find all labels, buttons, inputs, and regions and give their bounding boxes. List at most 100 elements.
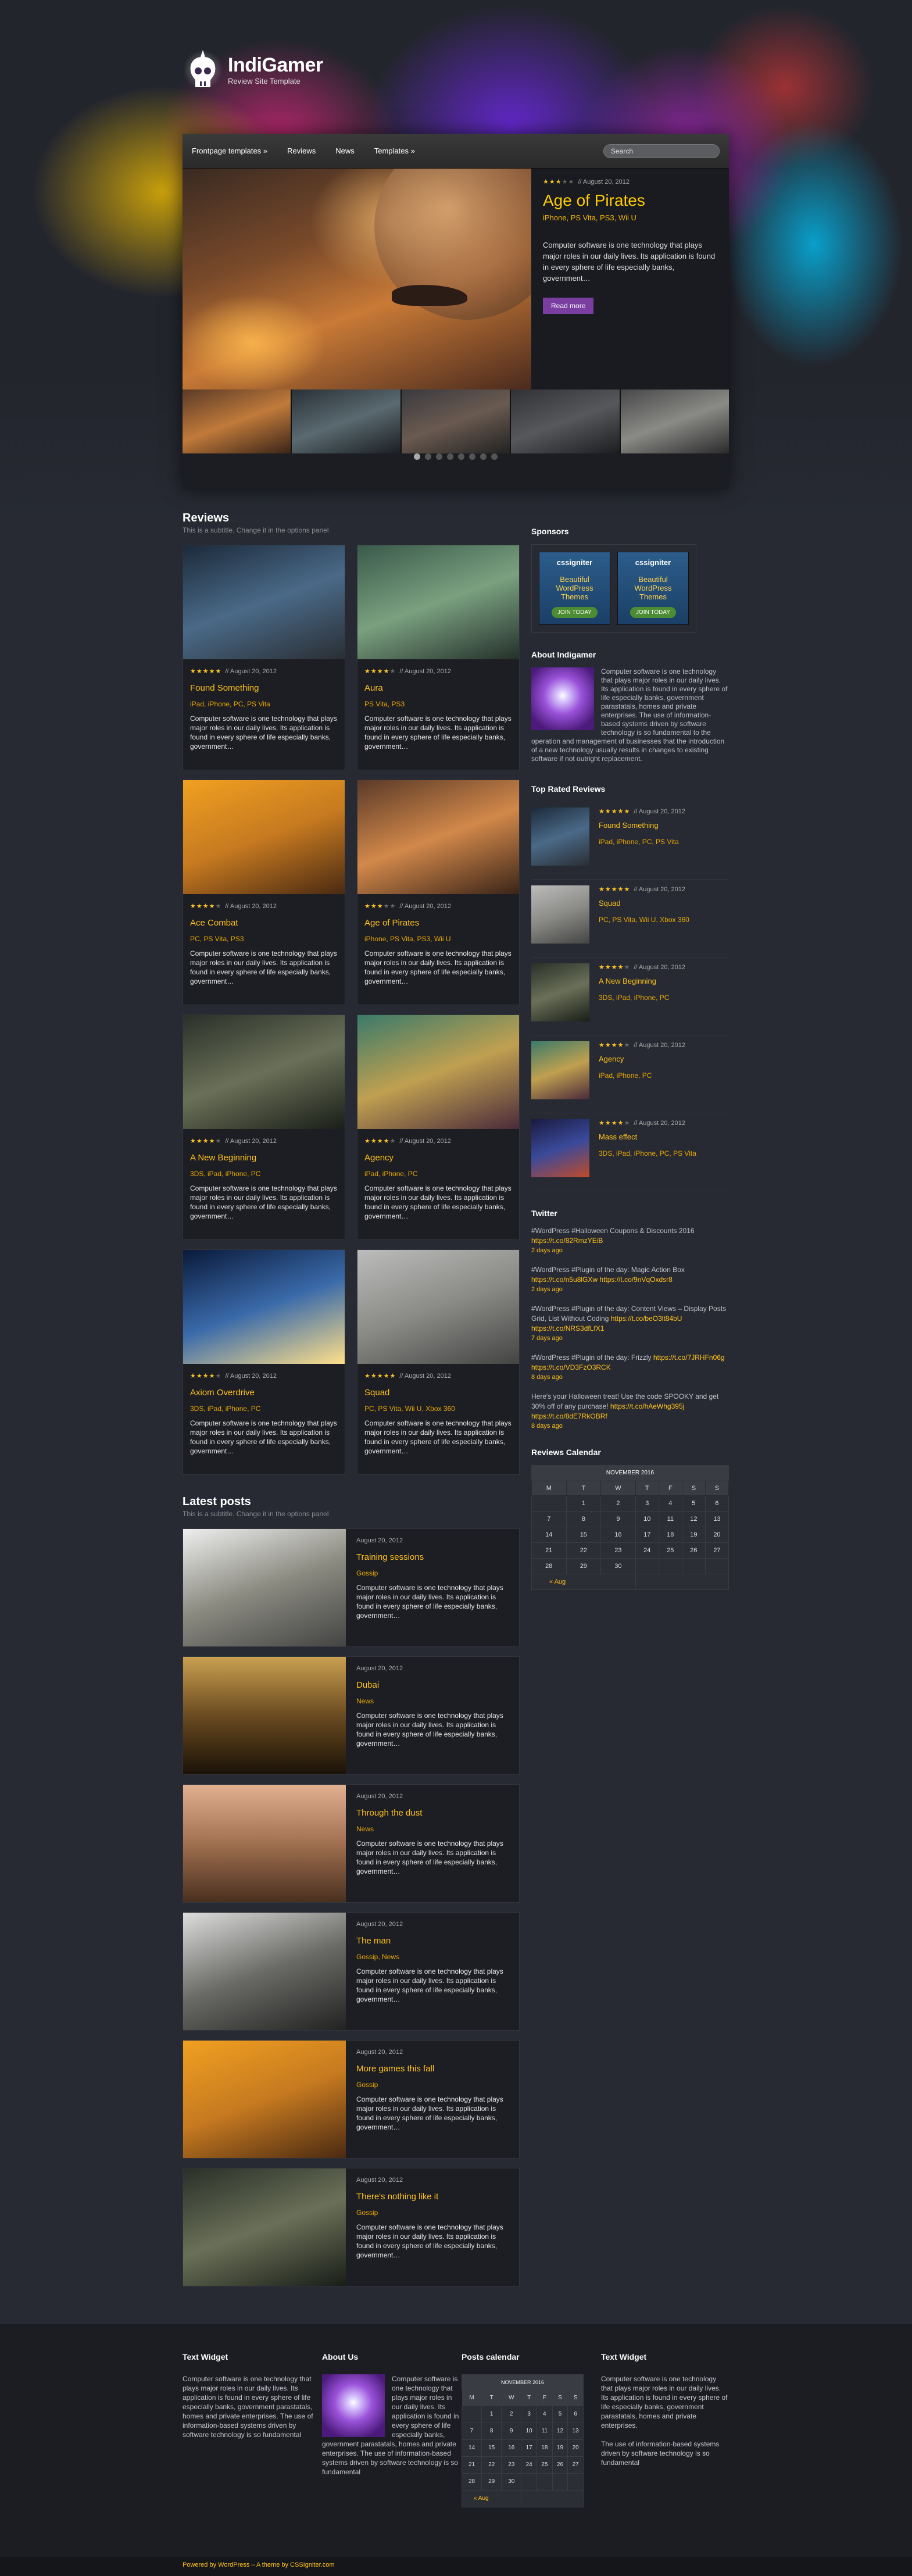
review-tags[interactable]: PS Vita, PS3 — [364, 700, 512, 708]
slider-dot[interactable] — [447, 453, 453, 460]
slider-dot[interactable] — [414, 453, 420, 460]
post-thumbnail[interactable] — [183, 2041, 346, 2158]
slider-thumb[interactable] — [292, 390, 402, 453]
review-thumbnail[interactable] — [357, 1015, 519, 1129]
review-thumbnail[interactable] — [183, 545, 345, 659]
slider-dot[interactable] — [469, 453, 475, 460]
post-title[interactable]: The man — [356, 1936, 509, 1946]
review-tags[interactable]: iPad, iPhone, PC — [364, 1170, 512, 1178]
review-tags[interactable]: 3DS, iPad, iPhone, PC — [190, 1405, 338, 1413]
top-rated-title[interactable]: Found Something — [599, 821, 685, 830]
review-tags[interactable]: iPad, iPhone, PC, PS Vita — [190, 700, 338, 708]
post-thumbnail[interactable] — [183, 1529, 346, 1646]
post-title[interactable]: Through the dust — [356, 1808, 509, 1818]
calendar-day: 9 — [600, 1511, 636, 1527]
review-title[interactable]: Axiom Overdrive — [190, 1388, 338, 1398]
review-tags[interactable]: PC, PS Vita, Wii U, Xbox 360 — [364, 1405, 512, 1413]
slider-dot[interactable] — [480, 453, 487, 460]
review-title[interactable]: Squad — [364, 1388, 512, 1398]
post-category[interactable]: Gossip, News — [356, 1953, 509, 1961]
tweet-time[interactable]: 7 days ago — [531, 1334, 729, 1344]
review-title[interactable]: Aura — [364, 683, 512, 693]
slider-dot[interactable] — [491, 453, 498, 460]
tweet-link[interactable]: https://t.co/82RmzYEiB — [531, 1237, 603, 1245]
review-thumbnail[interactable] — [183, 780, 345, 894]
review-thumbnail[interactable] — [183, 1250, 345, 1364]
review-title[interactable]: Ace Combat — [190, 918, 338, 928]
review-thumbnail[interactable] — [357, 780, 519, 894]
top-rated-tags[interactable]: PC, PS Vita, Wii U, Xbox 360 — [599, 916, 689, 924]
review-card: ★★★★★// August 20, 2012 Aura PS Vita, PS… — [357, 545, 520, 770]
top-rated-tags[interactable]: 3DS, iPad, iPhone, PC, PS Vita — [599, 1149, 696, 1157]
tweet-time[interactable]: 2 days ago — [531, 1285, 729, 1295]
top-rated-title[interactable]: Squad — [599, 899, 689, 908]
slider-thumb[interactable] — [620, 390, 729, 453]
top-rated-title[interactable]: A New Beginning — [599, 977, 685, 985]
join-today-button[interactable]: JOIN TODAY — [552, 607, 598, 618]
post-thumbnail[interactable] — [183, 1657, 346, 1774]
top-rated-title[interactable]: Agency — [599, 1055, 685, 1063]
review-title[interactable]: Age of Pirates — [364, 918, 512, 928]
post-title[interactable]: There's nothing like it — [356, 2192, 509, 2202]
slider-dot[interactable] — [425, 453, 431, 460]
read-more-button[interactable]: Read more — [543, 298, 594, 314]
post-title[interactable]: More games this fall — [356, 2064, 509, 2074]
sponsor-banner[interactable]: cssigniter Beautiful WordPress Themes JO… — [617, 552, 689, 625]
top-rated-thumbnail[interactable] — [531, 963, 589, 1021]
review-title[interactable]: Agency — [364, 1153, 512, 1163]
nav-item-reviews[interactable]: Reviews — [287, 147, 316, 155]
post-category[interactable]: News — [356, 1697, 509, 1705]
post-thumbnail[interactable] — [183, 2168, 346, 2286]
top-rated-title[interactable]: Mass effect — [599, 1132, 696, 1141]
site-logo[interactable]: IndiGamer Review Site Template — [183, 47, 323, 93]
top-rated-thumbnail[interactable] — [531, 808, 589, 866]
top-rated-tags[interactable]: iPad, iPhone, PC, PS Vita — [599, 838, 685, 846]
nav-item-templates[interactable]: Templates » — [374, 147, 415, 155]
review-title[interactable]: A New Beginning — [190, 1153, 338, 1163]
sponsor-banner[interactable]: cssigniter Beautiful WordPress Themes JO… — [539, 552, 610, 625]
top-rated-tags[interactable]: 3DS, iPad, iPhone, PC — [599, 994, 685, 1002]
slider-thumb[interactable] — [401, 390, 512, 453]
rating-stars-icon: ★★★★★ — [364, 1373, 396, 1380]
about-widget: Computer software is one technology that… — [531, 667, 728, 763]
tweet-link[interactable]: https://t.co/n5u8lGXw https://t.co/9nVqO… — [531, 1276, 673, 1284]
review-title[interactable]: Found Something — [190, 683, 338, 693]
tweet-time[interactable]: 2 days ago — [531, 1246, 729, 1256]
slide-title[interactable]: Age of Pirates — [543, 191, 717, 210]
calendar-day — [461, 2406, 482, 2423]
post-thumbnail[interactable] — [183, 1913, 346, 2030]
review-tags[interactable]: iPhone, PS Vita, PS3, Wii U — [364, 935, 512, 943]
post-category[interactable]: Gossip — [356, 2209, 509, 2217]
calendar-prev-link[interactable]: « Aug — [461, 2490, 522, 2507]
review-thumbnail[interactable] — [357, 1250, 519, 1364]
slide-image[interactable] — [183, 169, 531, 390]
top-rated-thumbnail[interactable] — [531, 885, 589, 944]
top-rated-thumbnail[interactable] — [531, 1041, 589, 1099]
top-rated-thumbnail[interactable] — [531, 1119, 589, 1177]
review-tags[interactable]: PC, PS Vita, PS3 — [190, 935, 338, 943]
top-rated-tags[interactable]: iPad, iPhone, PC — [599, 1071, 685, 1080]
post-title[interactable]: Training sessions — [356, 1552, 509, 1562]
copyright[interactable]: Powered by WordPress – A theme by CSSIgn… — [0, 2557, 912, 2576]
tweet-time[interactable]: 8 days ago — [531, 1373, 729, 1382]
post-thumbnail[interactable] — [183, 1785, 346, 1902]
review-thumbnail[interactable] — [357, 545, 519, 659]
nav-item-news[interactable]: News — [335, 147, 355, 155]
calendar-prev-link[interactable]: « Aug — [531, 1574, 636, 1590]
slider-dot[interactable] — [458, 453, 464, 460]
slider-dot[interactable] — [436, 453, 442, 460]
slider-thumb[interactable] — [183, 390, 292, 453]
nav-item-frontpage-templates[interactable]: Frontpage templates » — [192, 147, 267, 155]
search-input[interactable] — [603, 144, 720, 158]
post-category[interactable]: News — [356, 1825, 509, 1833]
review-thumbnail[interactable] — [183, 1015, 345, 1129]
tweet-time[interactable]: 8 days ago — [531, 1421, 729, 1431]
review-tags[interactable]: 3DS, iPad, iPhone, PC — [190, 1170, 338, 1178]
post-category[interactable]: Gossip — [356, 2081, 509, 2089]
slide-tags[interactable]: iPhone, PS Vita, PS3, Wii U — [543, 213, 717, 222]
calendar-day: 14 — [531, 1527, 567, 1543]
post-category[interactable]: Gossip — [356, 1569, 509, 1577]
join-today-button[interactable]: JOIN TODAY — [630, 607, 676, 618]
post-title[interactable]: Dubai — [356, 1680, 509, 1690]
slider-thumb[interactable] — [511, 390, 621, 453]
